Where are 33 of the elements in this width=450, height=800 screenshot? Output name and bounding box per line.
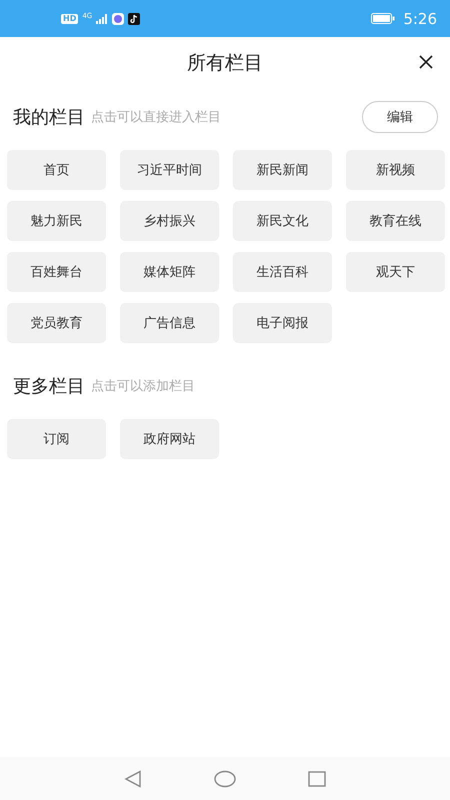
recent-apps-icon[interactable]: [308, 770, 326, 786]
channel-button[interactable]: 习近平时间: [120, 150, 219, 190]
section-title: 我的栏目: [13, 106, 85, 129]
channel-button[interactable]: 教育在线: [346, 201, 445, 241]
channel-button[interactable]: 新视频: [346, 150, 445, 190]
channel-button[interactable]: 乡村振兴: [120, 201, 219, 241]
channel-button[interactable]: 电子阅报: [233, 303, 332, 343]
edit-button[interactable]: 编辑: [362, 101, 438, 133]
channel-button[interactable]: 党员教育: [7, 303, 106, 343]
page-title: 所有栏目: [187, 50, 263, 76]
section-title: 更多栏目: [13, 375, 85, 398]
channel-button[interactable]: 魅力新民: [7, 201, 106, 241]
note-app-icon: [128, 12, 140, 24]
home-icon[interactable]: [214, 770, 236, 788]
clock-time: 5:26: [403, 10, 437, 28]
close-icon[interactable]: [419, 55, 433, 69]
channel-button[interactable]: 广告信息: [120, 303, 219, 343]
channel-button[interactable]: 新民文化: [233, 201, 332, 241]
section-hint: 点击可以添加栏目: [91, 378, 195, 395]
back-icon[interactable]: [124, 770, 142, 788]
channel-button[interactable]: 生活百科: [233, 252, 332, 292]
channel-button[interactable]: 政府网站: [120, 419, 219, 459]
channel-button[interactable]: 新民新闻: [233, 150, 332, 190]
channel-button[interactable]: 订阅: [7, 419, 106, 459]
hd-badge: HD: [61, 14, 78, 24]
battery-icon: [371, 13, 396, 24]
channel-button[interactable]: 百姓舞台: [7, 252, 106, 292]
music-app-icon: [112, 12, 124, 24]
channel-button[interactable]: 观天下: [346, 252, 445, 292]
channel-button[interactable]: 媒体矩阵: [120, 252, 219, 292]
signal-icon: [96, 14, 108, 24]
section-hint: 点击可以直接进入栏目: [91, 109, 221, 126]
channel-button[interactable]: 首页: [7, 150, 106, 190]
